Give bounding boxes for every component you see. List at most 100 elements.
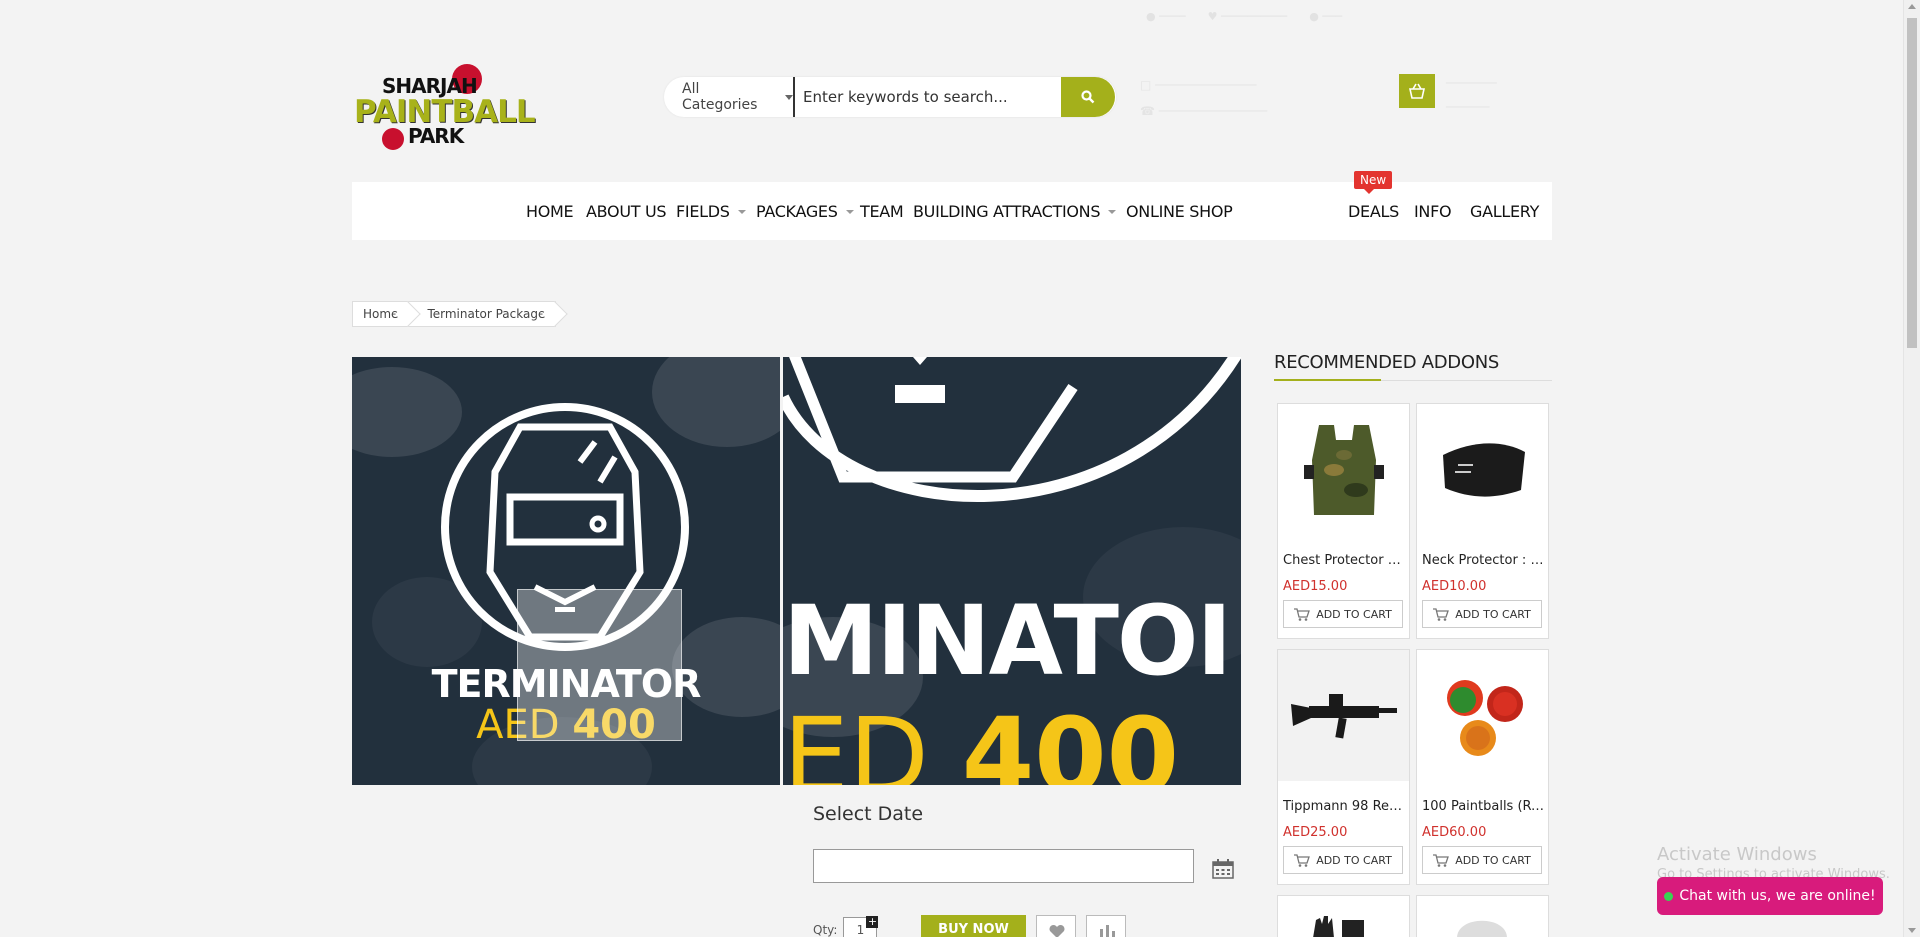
cart-total: ──────: [1446, 100, 1490, 114]
nav-attractions[interactable]: ATTRACTIONS: [993, 202, 1117, 221]
shopping-cart-button[interactable]: [1399, 74, 1435, 108]
product-name[interactable]: Neck Protector : A...: [1422, 553, 1544, 568]
product-name[interactable]: 100 Paintballs (Re...: [1422, 799, 1544, 814]
product-card[interactable]: [1416, 895, 1549, 937]
nav-home-label: HOME: [526, 202, 574, 221]
nav-packages[interactable]: PACKAGES: [756, 202, 854, 221]
gloves-icon: [1313, 916, 1364, 937]
product-card[interactable]: Chest Protector (R... AED15.00 ADD TO CA…: [1277, 403, 1410, 639]
compare-button[interactable]: [1086, 915, 1126, 937]
nav-online-shop[interactable]: ONLINE SHOP: [1126, 202, 1233, 221]
nav-fields[interactable]: FIELDS: [676, 202, 746, 221]
contact-email: □ ──────────────: [1140, 78, 1257, 92]
nav-team-building-label: TEAM BUILDING: [860, 202, 989, 221]
cart-icon: [1294, 853, 1311, 867]
nav-packages-label: PACKAGES: [756, 202, 838, 221]
logo-text-park: PARK: [408, 124, 464, 148]
product-price: AED25.00: [1283, 825, 1348, 840]
product-card[interactable]: Neck Protector : A... AED10.00 ADD TO CA…: [1416, 403, 1549, 639]
wishlist-button[interactable]: [1036, 915, 1076, 937]
product-card[interactable]: 100 Paintballs (Re... AED60.00 ADD TO CA…: [1416, 649, 1549, 885]
zoom-title: MINATOI: [783, 585, 1232, 697]
vest-icon: [1303, 424, 1384, 515]
nav-deals[interactable]: DEALS: [1348, 202, 1399, 221]
product-card[interactable]: [1277, 895, 1410, 937]
breadcrumb-home[interactable]: Home: [352, 301, 410, 327]
nav-team-building[interactable]: TEAM BUILDING: [860, 202, 989, 221]
product-price: AED10.00: [1422, 579, 1487, 594]
zoom-pane: MINATOI ED 400: [783, 357, 1241, 785]
marker-gun-icon: [1290, 693, 1397, 739]
add-to-cart-button[interactable]: ADD TO CART: [1422, 846, 1542, 874]
breadcrumb-current: Terminator Package: [408, 301, 557, 327]
site-logo[interactable]: SHARJAH PAINTBALL PARK: [352, 64, 536, 156]
online-dot-icon: [1664, 891, 1674, 901]
paintballs-icon: [1446, 679, 1523, 756]
scroll-up-icon[interactable]: [1908, 4, 1916, 9]
wishlist-link[interactable]: ♥ ──────────: [1208, 10, 1288, 23]
nav-gallery-label: GALLERY: [1470, 202, 1540, 221]
account-link[interactable]: ● ────: [1146, 10, 1186, 23]
heart-icon: [1049, 925, 1065, 937]
breadcrumb: Home Terminator Package: [352, 301, 557, 327]
nav-about-us-label: ABOUT US: [586, 202, 667, 221]
quantity-row: Qty: 1 +: [813, 916, 879, 937]
neck-guard-icon: [1442, 442, 1525, 497]
contact-phone: ☎ ───────────────: [1140, 104, 1268, 118]
category-select[interactable]: All Categories: [664, 77, 795, 117]
add-to-cart-button[interactable]: ADD TO CART: [1422, 600, 1542, 628]
paintballs-image[interactable]: [1417, 650, 1548, 781]
search-button[interactable]: [1061, 77, 1115, 117]
nav-info[interactable]: INFO: [1414, 202, 1452, 221]
chevron-down-icon: [1108, 209, 1117, 214]
buy-now-button[interactable]: BUY NOW: [921, 915, 1026, 937]
nav-gallery[interactable]: GALLERY: [1470, 202, 1539, 221]
quantity-input[interactable]: 1 +: [843, 916, 879, 937]
nav-home[interactable]: HOME: [526, 202, 574, 221]
page-scrollbar[interactable]: [1903, 0, 1920, 937]
zoom-lens: [517, 589, 682, 741]
product-name[interactable]: Chest Protector (R...: [1283, 553, 1405, 568]
cart-icon: [1294, 607, 1311, 621]
chat-button[interactable]: Chat with us, we are online!: [1657, 877, 1883, 915]
search-input[interactable]: [795, 77, 1061, 117]
checkout-link[interactable]: ● ───: [1309, 10, 1342, 23]
chat-label: Chat with us, we are online!: [1679, 888, 1876, 904]
cart-label: ───────: [1446, 76, 1497, 90]
product-card[interactable]: Tippmann 98 Rent... AED25.00 ADD TO CART: [1277, 649, 1410, 885]
calendar-icon[interactable]: [1212, 859, 1234, 879]
bar-chart-icon: [1100, 925, 1115, 937]
zoom-price-prefix: ED: [783, 695, 929, 785]
nav-online-shop-label: ONLINE SHOP: [1126, 202, 1233, 221]
search-icon: [1081, 90, 1095, 104]
zoom-price: ED 400: [783, 695, 1179, 785]
plus-icon[interactable]: +: [866, 916, 879, 928]
neck-protector-image[interactable]: [1417, 404, 1548, 535]
top-links: ● ──── ♥ ────────── ● ───: [1146, 10, 1342, 23]
search-bar: All Categories: [664, 77, 1116, 117]
product-price: AED15.00: [1283, 579, 1348, 594]
nav-about-us[interactable]: ABOUT US: [586, 202, 667, 221]
scroll-down-icon[interactable]: [1908, 928, 1916, 933]
zoom-helmet-icon: [783, 357, 1241, 502]
add-to-cart-label: ADD TO CART: [1455, 853, 1531, 867]
tippmann-image[interactable]: [1278, 650, 1409, 781]
add-to-cart-button[interactable]: ADD TO CART: [1283, 846, 1403, 874]
nav-deals-label: DEALS: [1348, 202, 1399, 221]
nav-fields-label: FIELDS: [676, 202, 730, 221]
activate-title: Activate Windows: [1657, 844, 1817, 865]
scrollbar-thumb[interactable]: [1907, 18, 1917, 348]
add-to-cart-button[interactable]: ADD TO CART: [1283, 600, 1403, 628]
category-select-value: All Categories: [682, 81, 758, 113]
title-underline: [1274, 379, 1381, 381]
chevron-down-icon: [785, 94, 793, 100]
paint-splat: [382, 128, 404, 150]
date-input[interactable]: [813, 849, 1194, 883]
nav-attractions-label: ATTRACTIONS: [993, 202, 1101, 221]
add-to-cart-label: ADD TO CART: [1316, 853, 1392, 867]
product-name[interactable]: Tippmann 98 Rent...: [1283, 799, 1405, 814]
zoom-price-value: 400: [961, 695, 1179, 785]
cart-icon: [1433, 853, 1450, 867]
add-to-cart-label: ADD TO CART: [1455, 607, 1531, 621]
chest-protector-image[interactable]: [1278, 404, 1409, 535]
